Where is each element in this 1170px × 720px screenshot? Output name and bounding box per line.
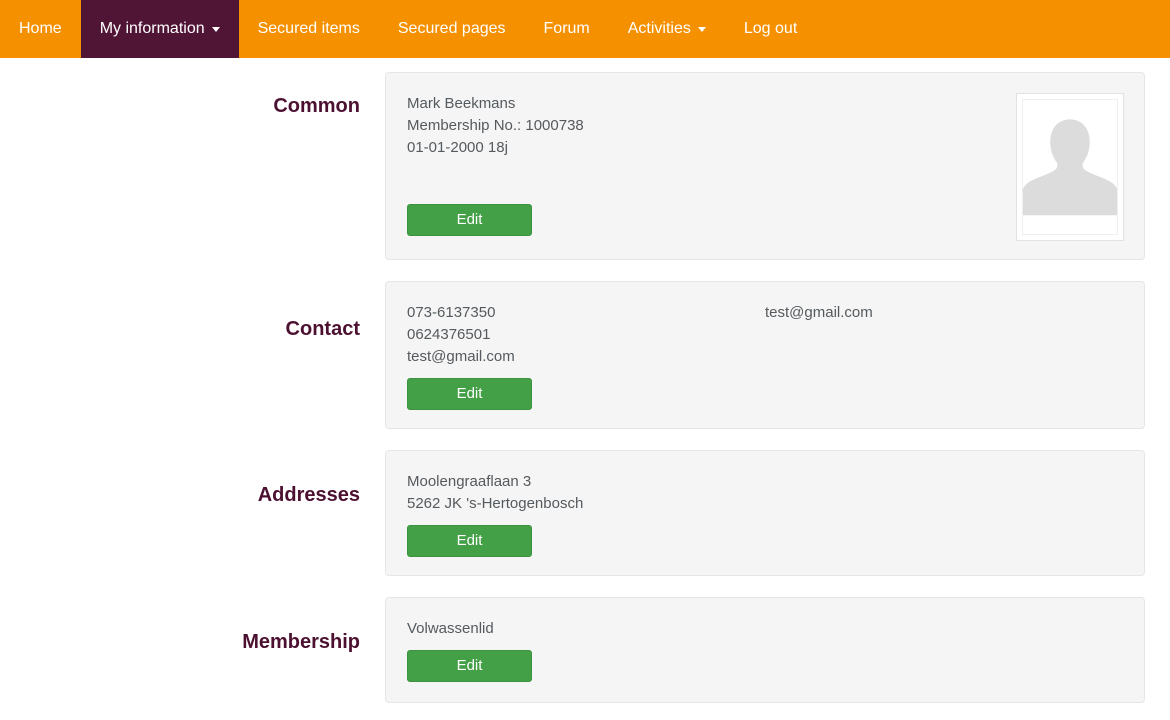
contact-email-secondary: test@gmail.com (765, 304, 873, 321)
nav-item-home[interactable]: Home (0, 0, 81, 58)
nav-item-label: Secured pages (397, 20, 506, 37)
section-title-addresses: Addresses (257, 484, 360, 506)
nav-item-log-out[interactable]: Log out (725, 0, 816, 58)
edit-addresses-button[interactable]: Edit (407, 525, 532, 557)
nav-item-secured-pages[interactable]: Secured pages (379, 0, 525, 58)
nav-item-label: Activities (627, 20, 691, 37)
panel-addresses: Moolengraaflaan 3 5262 JK 's-Hertogenbos… (385, 450, 1145, 576)
nav-item-label: Forum (543, 20, 590, 37)
membership-type: Volwassenlid (407, 620, 494, 637)
edit-contact-button[interactable]: Edit (407, 378, 532, 410)
chevron-down-icon (211, 26, 220, 32)
nav-item-label: Secured items (257, 20, 360, 37)
address-street: Moolengraaflaan 3 (407, 473, 532, 490)
avatar (1016, 93, 1124, 241)
section-title-common: Common (273, 95, 360, 117)
section-title-contact: Contact (285, 318, 360, 340)
nav-item-label: Home (19, 20, 62, 37)
contact-phone-mobile: 0624376501 (407, 326, 491, 343)
nav-item-activities[interactable]: Activities (609, 0, 725, 58)
chevron-down-icon (697, 26, 706, 32)
edit-membership-button[interactable]: Edit (407, 650, 532, 682)
main-navigation: Home My information Secured items Secure… (0, 0, 1170, 58)
panel-contact: 073-6137350 0624376501 test@gmail.com Ed… (385, 281, 1145, 429)
panel-membership: Volwassenlid Edit (385, 597, 1145, 703)
contact-email: test@gmail.com (407, 348, 515, 365)
panel-common: Mark Beekmans Membership No.: 1000738 01… (385, 72, 1145, 260)
section-title-membership: Membership (242, 631, 360, 653)
nav-item-secured-items[interactable]: Secured items (239, 0, 379, 58)
address-postcode-city: 5262 JK 's-Hertogenbosch (407, 495, 584, 512)
nav-item-label: Log out (743, 20, 798, 37)
edit-common-button[interactable]: Edit (407, 204, 532, 236)
nav-item-my-information[interactable]: My information (80, 0, 239, 58)
person-silhouette-icon (1022, 99, 1118, 235)
nav-item-forum[interactable]: Forum (525, 0, 609, 58)
nav-item-label: My information (99, 20, 205, 37)
